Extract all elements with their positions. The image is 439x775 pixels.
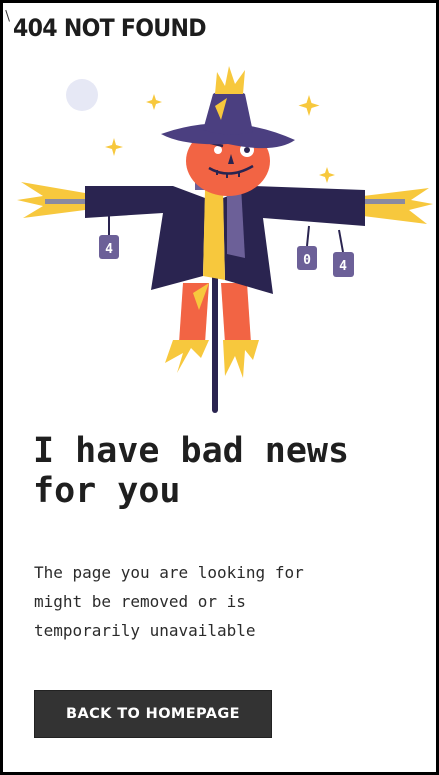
headline: I have bad news for you bbox=[33, 431, 350, 511]
moon-icon bbox=[66, 79, 98, 111]
pole bbox=[212, 258, 218, 413]
can-right-digit: 4 bbox=[339, 259, 347, 274]
description-text: The page you are looking for might be re… bbox=[34, 563, 304, 640]
right-straw bbox=[363, 188, 433, 224]
right-leg-straw bbox=[223, 340, 259, 378]
hat-straw bbox=[215, 66, 245, 94]
brand-title: 404 NOT FOUND bbox=[13, 14, 207, 42]
can-left-digit: 4 bbox=[105, 242, 113, 257]
hat-crown bbox=[203, 89, 253, 135]
coat-right bbox=[223, 186, 365, 294]
can-middle-digit: 0 bbox=[303, 253, 311, 268]
back-to-homepage-button[interactable]: BACK TO HOMEPAGE bbox=[34, 690, 272, 738]
scarecrow-illustration: 4 0 4 bbox=[17, 66, 433, 413]
shirt bbox=[203, 190, 225, 280]
left-leg-straw bbox=[165, 340, 209, 373]
page-frame: 404 NOT FOUND 4 0 4 I have bad news for … bbox=[0, 0, 439, 775]
right-leg bbox=[221, 283, 251, 343]
